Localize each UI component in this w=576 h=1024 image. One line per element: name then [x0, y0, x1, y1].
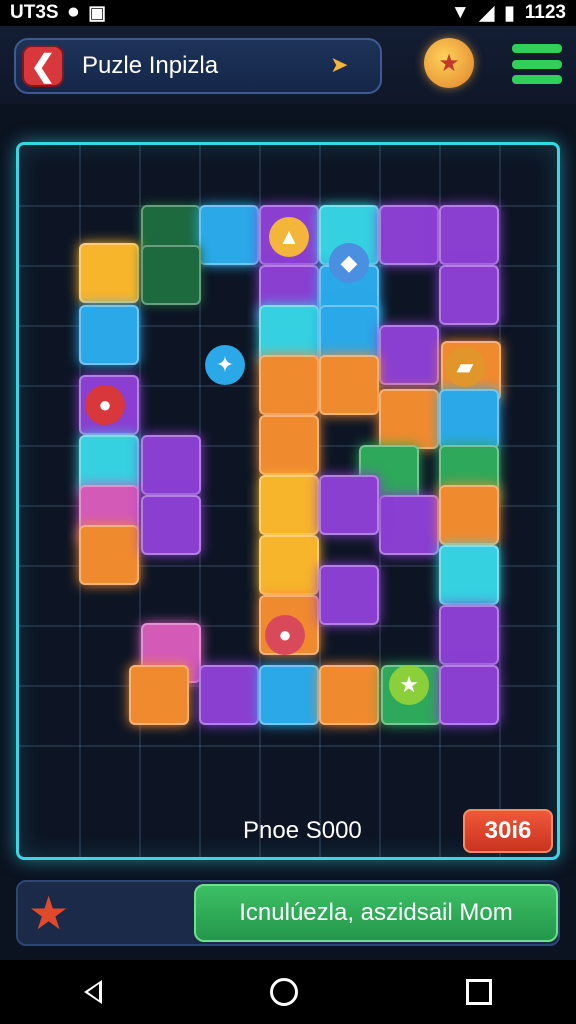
status-bar: UT3S ⏺ ▣ ▼ ◢ ▮ 1123 [0, 0, 576, 26]
grid-line [19, 745, 557, 747]
puzzle-piece[interactable] [141, 495, 201, 555]
puzzle-piece[interactable] [79, 525, 139, 585]
game-header: ❮ Puzle Inpizla ➤ ★ [0, 26, 576, 104]
puzzle-piece[interactable] [439, 605, 499, 665]
red-creature-icon[interactable]: ● [85, 385, 125, 425]
navigation-bar [0, 960, 576, 1024]
puzzle-piece[interactable] [129, 665, 189, 725]
puzzle-piece[interactable] [379, 325, 439, 385]
puzzle-piece[interactable] [319, 355, 379, 415]
trophy-badge-icon[interactable]: ★ [424, 38, 474, 88]
title-pill: ❮ Puzle Inpizla ➤ [14, 38, 382, 94]
grid-line [499, 145, 501, 857]
battery-icon: ▮ [504, 2, 515, 24]
puzzle-piece[interactable] [319, 475, 379, 535]
puzzle-piece[interactable] [199, 205, 259, 265]
puzzle-piece[interactable] [439, 665, 499, 725]
puzzle-piece[interactable] [141, 435, 201, 495]
game-title: Puzle Inpizla [82, 52, 219, 79]
puzzle-piece[interactable] [79, 305, 139, 365]
nav-recents-icon[interactable] [466, 979, 492, 1005]
blue-creature-icon[interactable]: ◆ [329, 243, 369, 283]
star-icon[interactable]: ★ [28, 888, 69, 938]
puzzle-piece[interactable] [439, 205, 499, 265]
nav-home-icon[interactable] [270, 978, 298, 1006]
puzzle-piece[interactable] [379, 389, 439, 449]
puzzle-piece[interactable] [379, 205, 439, 265]
status-left-text: UT3S [10, 2, 59, 23]
bottom-bar: ★ Icnulúezla, aszidsail Mom [16, 880, 560, 946]
action-button[interactable]: Icnulúezla, aszidsail Mom [194, 884, 558, 942]
sim-icon: ▣ [88, 2, 107, 24]
puzzle-board[interactable]: ▲ ◆ ✦ ▰ ● ● ★ Pnoe S000 30i6 [16, 142, 560, 860]
puzzle-piece[interactable] [259, 475, 319, 535]
puzzle-piece[interactable] [319, 565, 379, 625]
puzzle-piece[interactable] [259, 415, 319, 475]
nav-back-icon[interactable] [84, 980, 102, 1004]
puzzle-piece[interactable] [439, 265, 499, 325]
puzzle-piece[interactable] [439, 545, 499, 605]
puzzle-piece[interactable] [141, 245, 201, 305]
signal-icon: ◢ [479, 2, 495, 24]
status-time: 1123 [524, 2, 566, 23]
blue-star-icon[interactable]: ✦ [205, 345, 245, 385]
puzzle-piece[interactable] [439, 485, 499, 545]
puzzle-piece[interactable] [379, 495, 439, 555]
puzzle-piece[interactable] [259, 535, 319, 595]
notification-icon: ⏺ [68, 2, 79, 23]
puzzle-piece[interactable] [199, 665, 259, 725]
score-badge[interactable]: 30i6 [463, 809, 553, 853]
green-creature-icon[interactable]: ★ [389, 665, 429, 705]
back-button[interactable]: ❮ [22, 45, 64, 87]
back-arrow-icon: ❮ [30, 49, 56, 83]
puzzle-piece[interactable] [79, 243, 139, 303]
puzzle-piece[interactable] [319, 665, 379, 725]
price-label: Pnoe S000 [243, 817, 362, 844]
puzzle-piece[interactable] [259, 665, 319, 725]
small-arrow-icon[interactable]: ➤ [330, 52, 348, 78]
puzzle-piece[interactable] [439, 389, 499, 449]
wifi-icon: ▼ [450, 2, 470, 23]
puzzle-piece[interactable] [259, 355, 319, 415]
triangle-gem-icon[interactable]: ▲ [269, 217, 309, 257]
red-creature-icon[interactable]: ● [265, 615, 305, 655]
treasure-chest-icon[interactable]: ▰ [445, 347, 485, 387]
hamburger-menu-icon[interactable] [512, 44, 562, 84]
